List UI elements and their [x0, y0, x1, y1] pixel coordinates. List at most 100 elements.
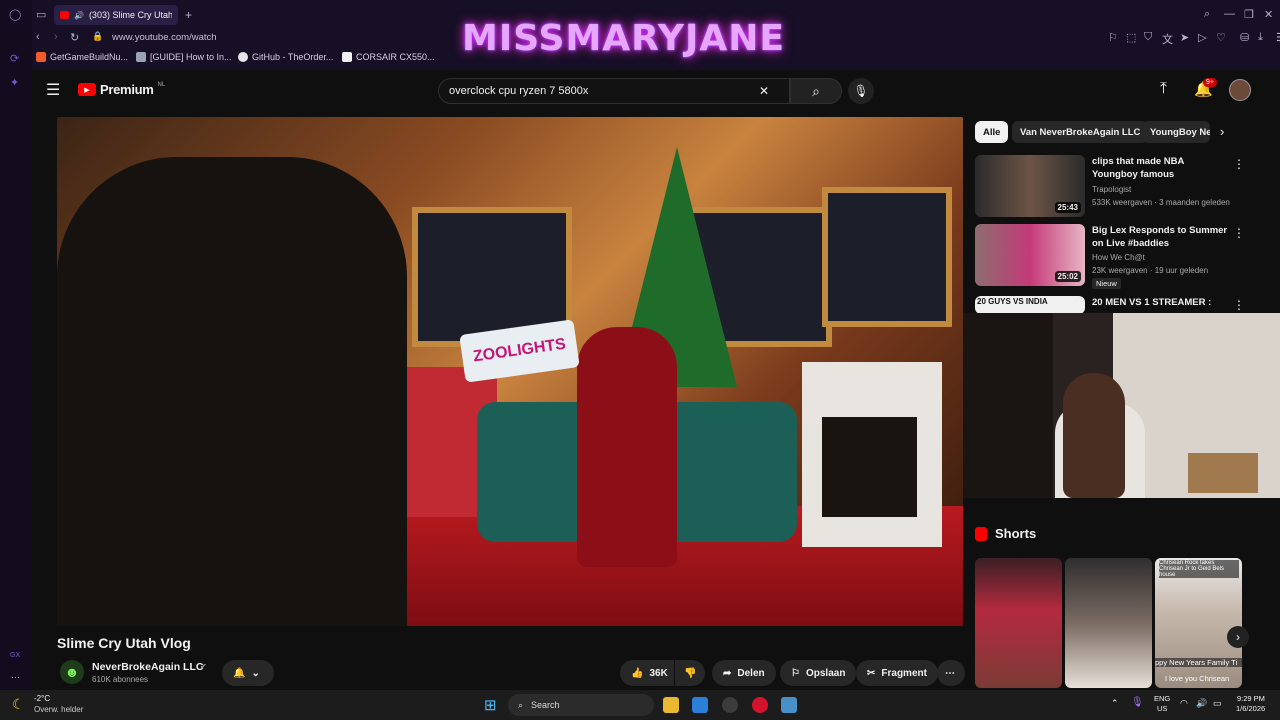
- bookmark-item[interactable]: GitHub - TheOrder...: [238, 52, 333, 62]
- bookmark-item[interactable]: [GUIDE] How to In...: [136, 52, 232, 62]
- shorts-next-button[interactable]: ›: [1227, 626, 1249, 648]
- snapshot-icon[interactable]: ⬚: [1126, 31, 1136, 44]
- sync-icon[interactable]: ⟳: [10, 52, 19, 65]
- menu-icon[interactable]: ☰: [1276, 31, 1280, 44]
- more-icon[interactable]: ⋯: [11, 672, 20, 683]
- scene-santa: [577, 327, 677, 567]
- bookmark-item[interactable]: CORSAIR CX550...: [342, 52, 435, 62]
- opera-gx-icon[interactable]: [752, 697, 768, 713]
- weather-icon[interactable]: ☾: [12, 696, 25, 713]
- more-vertical-icon[interactable]: ⋮: [1233, 157, 1245, 171]
- clip-button[interactable]: ✂ Fragment: [856, 660, 938, 686]
- new-tab-button[interactable]: +: [185, 8, 192, 22]
- bookmark-favicon-icon: [342, 52, 352, 62]
- recommendation-item[interactable]: 20 GUYS VS INDIA 20 MEN VS 1 STREAMER : …: [975, 296, 1247, 314]
- video-thumbnail[interactable]: 20 GUYS VS INDIA: [975, 296, 1085, 314]
- search-button[interactable]: ⌕: [790, 78, 842, 104]
- clear-search-icon[interactable]: ✕: [759, 84, 769, 98]
- hamburger-menu-icon[interactable]: ☰: [46, 80, 60, 100]
- short-item[interactable]: [1065, 558, 1152, 688]
- video-thumbnail[interactable]: 25:02: [975, 224, 1085, 286]
- search-input[interactable]: overclock cpu ryzen 7 5800x ✕: [438, 78, 790, 104]
- obs-icon[interactable]: [722, 697, 738, 713]
- language-indicator[interactable]: ENG: [1154, 694, 1170, 703]
- recommendation-title[interactable]: Big Lex Responds to Summer on Live #badd…: [1092, 224, 1232, 250]
- more-vertical-icon[interactable]: ⋮: [1233, 298, 1245, 312]
- dislike-button[interactable]: 👎: [675, 660, 705, 686]
- shorts-header: Shorts: [975, 526, 1036, 541]
- opera-logo-icon[interactable]: ◯: [9, 8, 21, 21]
- speaker-icon[interactable]: 🔊: [74, 11, 84, 20]
- upload-icon[interactable]: ⤒: [1160, 80, 1167, 98]
- webcam-person: [1063, 373, 1125, 498]
- flow-icon[interactable]: ➤: [1180, 31, 1189, 44]
- scene-fire: [822, 417, 917, 517]
- clock-time[interactable]: 9:29 PM: [1237, 694, 1265, 703]
- back-icon[interactable]: ‹: [36, 31, 40, 43]
- battery-icon[interactable]: ▭: [1213, 698, 1222, 709]
- extension-icon[interactable]: ✦: [10, 76, 19, 89]
- chip-all[interactable]: Alle: [975, 121, 1009, 143]
- subscribed-notification-button[interactable]: 🔔 ⌄: [222, 660, 274, 686]
- recommendation-title[interactable]: clips that made NBA Youngboy famous: [1092, 155, 1232, 181]
- video-player[interactable]: ZOOLIGHTS: [57, 117, 963, 626]
- channel-row: ☻ NeverBrokeAgain LLC ✔ 610K abonnees 🔔 ⌄…: [57, 657, 967, 689]
- chevron-up-icon[interactable]: ⌃: [1111, 698, 1119, 709]
- heart-icon[interactable]: ♡: [1216, 31, 1226, 44]
- forward-icon[interactable]: ›: [54, 31, 58, 43]
- chip-from-channel[interactable]: Van NeverBrokeAgain LLC: [1012, 121, 1149, 143]
- maximize-icon[interactable]: ❐: [1244, 8, 1254, 21]
- youtube-play-icon: ▶: [78, 83, 96, 96]
- close-window-icon[interactable]: ✕: [1264, 8, 1273, 21]
- scene-people: [57, 157, 407, 626]
- more-actions-button[interactable]: ⋯: [937, 660, 965, 686]
- short-caption: I love you Chrisean: [1165, 674, 1230, 683]
- app-icon[interactable]: [781, 697, 797, 713]
- channel-name[interactable]: NeverBrokeAgain LLC: [92, 661, 203, 673]
- taskbar-search[interactable]: ⌕ Search: [508, 694, 654, 716]
- tab-youtube[interactable]: 🔊 (303) Slime Cry Utah V: [54, 5, 178, 25]
- search-tabs-icon[interactable]: ⌕: [1204, 8, 1210, 21]
- webcam-background: [963, 313, 1053, 498]
- mic-tray-icon[interactable]: 🎙: [1131, 697, 1144, 708]
- duration-badge: 25:43: [1054, 202, 1081, 213]
- play-icon[interactable]: ▷: [1198, 31, 1206, 44]
- wallet-icon[interactable]: ⛁: [1240, 31, 1249, 44]
- youtube-logo[interactable]: ▶ Premium NL: [78, 82, 165, 97]
- recommendation-item[interactable]: 25:02 Big Lex Responds to Summer on Live…: [975, 224, 1247, 289]
- bookmark-icon[interactable]: ⚐: [1108, 31, 1118, 44]
- like-button[interactable]: 👍 36K: [620, 660, 674, 686]
- channel-avatar[interactable]: ☻: [60, 660, 84, 684]
- save-button[interactable]: ⚐ Opslaan: [780, 660, 857, 686]
- search-icon: ⌕: [812, 82, 820, 99]
- chevron-right-icon[interactable]: ›: [1220, 124, 1224, 139]
- more-vertical-icon[interactable]: ⋮: [1233, 226, 1245, 240]
- vscode-icon[interactable]: [692, 697, 708, 713]
- translate-icon[interactable]: 文: [1162, 31, 1173, 47]
- shield-icon[interactable]: ⛉: [1144, 31, 1152, 44]
- voice-search-button[interactable]: 🎙: [848, 78, 874, 104]
- bookmark-item[interactable]: GetGameBuildNu...: [36, 52, 128, 62]
- reload-icon[interactable]: ↻: [70, 31, 79, 44]
- recommendation-channel[interactable]: How We Ch@t: [1092, 253, 1145, 262]
- download-icon[interactable]: ⤓: [1258, 31, 1263, 44]
- wifi-icon[interactable]: ◠: [1180, 698, 1188, 709]
- minimize-icon[interactable]: —: [1224, 8, 1235, 20]
- video-thumbnail[interactable]: 25:43: [975, 155, 1085, 217]
- chip-youngboy[interactable]: YoungBoy Ne: [1142, 121, 1210, 143]
- shorts-icon: [975, 526, 987, 541]
- share-button[interactable]: ➦ Delen: [712, 660, 776, 686]
- recommendation-title[interactable]: 20 MEN VS 1 STREAMER :: [1092, 296, 1232, 309]
- browser-sidebar: ◯ ⟳ ✦ GX ⋯: [0, 0, 32, 690]
- recommendation-item[interactable]: 25:43 clips that made NBA Youngboy famou…: [975, 155, 1247, 219]
- start-icon[interactable]: ⊞: [484, 696, 497, 714]
- tab-overview-icon[interactable]: ▭: [36, 8, 46, 21]
- short-item[interactable]: [975, 558, 1062, 688]
- avatar[interactable]: [1229, 79, 1251, 101]
- url-field[interactable]: www.youtube.com/watch: [112, 32, 217, 43]
- scissors-icon: ✂: [867, 667, 876, 679]
- volume-icon[interactable]: 🔊: [1196, 698, 1207, 709]
- short-item[interactable]: Chrisean Rock takes Chrisean Jr to Geid …: [1155, 558, 1242, 688]
- recommendation-channel[interactable]: Trapologist: [1092, 185, 1131, 194]
- file-explorer-icon[interactable]: [663, 697, 679, 713]
